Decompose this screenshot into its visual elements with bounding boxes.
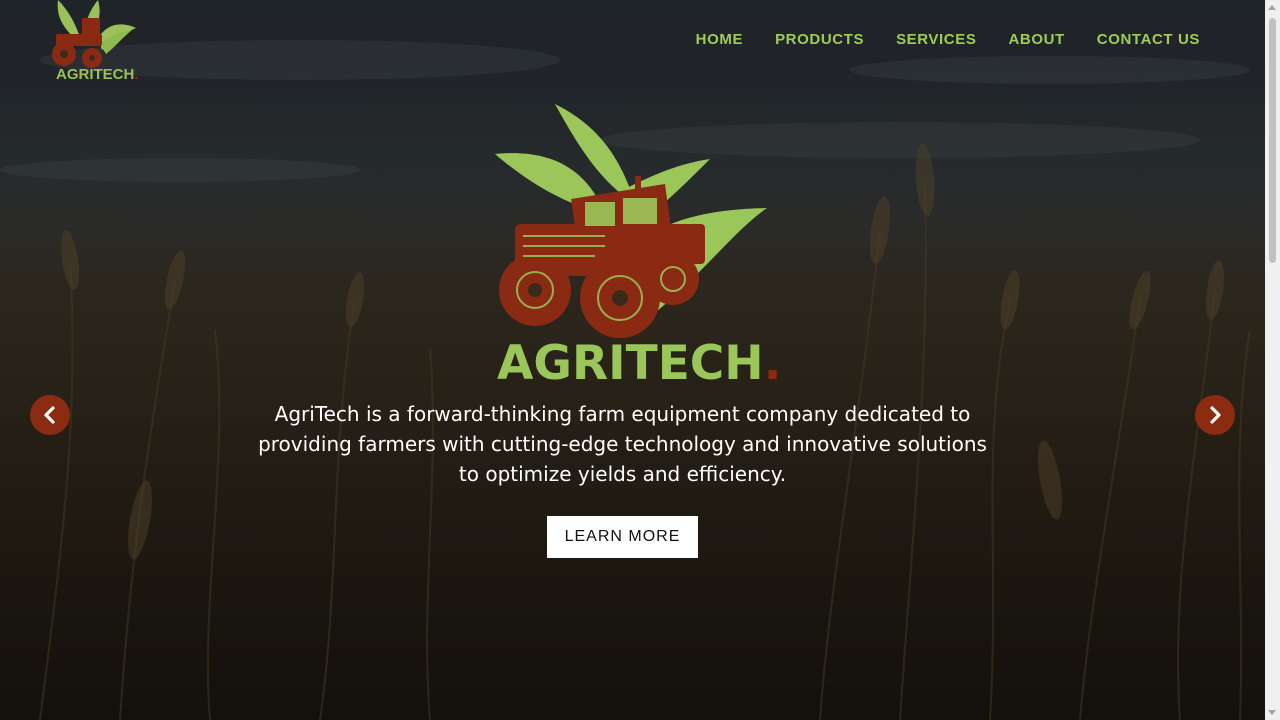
- nav-services[interactable]: SERVICES: [896, 31, 976, 49]
- hero-logo: AGRITECH.: [475, 104, 781, 394]
- scroll-up-arrow-icon[interactable]: [1268, 5, 1276, 10]
- scrollbar-thumb[interactable]: [1269, 18, 1276, 263]
- learn-more-button[interactable]: LEARN MORE: [547, 516, 698, 558]
- main-nav: HOME PRODUCTS SERVICES ABOUT CONTACT US: [664, 31, 1200, 49]
- page: AGRITECH. HOME PRODUCTS SERVICES ABOUT C…: [0, 0, 1280, 720]
- site-logo[interactable]: AGRITECH.: [46, 0, 139, 88]
- chevron-right-icon: [1210, 406, 1221, 424]
- hero-logo-text: AGRITECH.: [497, 336, 782, 391]
- scroll-down-arrow-icon[interactable]: [1268, 710, 1276, 715]
- chevron-left-icon: [44, 406, 55, 424]
- nav-products[interactable]: PRODUCTS: [775, 31, 864, 49]
- tractor-leaf-hero-icon: [495, 104, 767, 338]
- carousel-prev-button[interactable]: [30, 395, 70, 435]
- hero-description: AgriTech is a forward-thinking farm equi…: [258, 402, 987, 486]
- nav-contact-us[interactable]: CONTACT US: [1097, 31, 1200, 49]
- page-scrollbar[interactable]: [1265, 0, 1280, 720]
- site-logo-text: AGRITECH.: [56, 66, 139, 83]
- carousel-next-button[interactable]: [1195, 395, 1235, 435]
- tractor-leaf-logo-icon: [52, 0, 136, 68]
- nav-about[interactable]: ABOUT: [1008, 31, 1064, 49]
- nav-home[interactable]: HOME: [696, 31, 743, 49]
